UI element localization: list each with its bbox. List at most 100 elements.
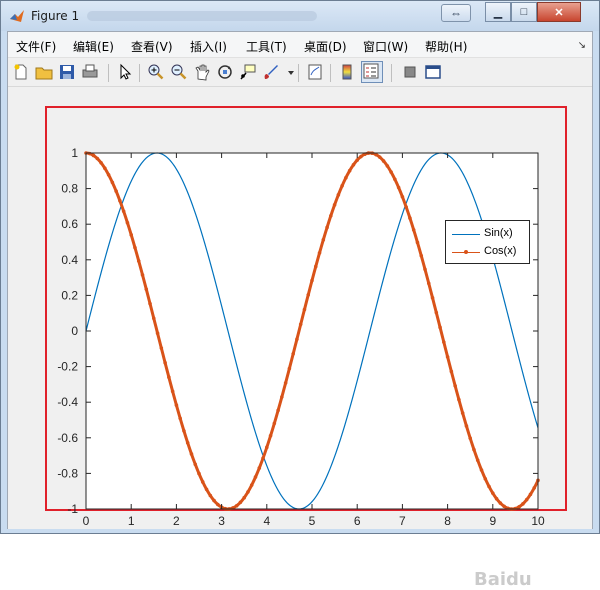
dock-button[interactable]: ⇔ (441, 4, 471, 22)
series-point-cos (249, 483, 254, 487)
series-point-cos (159, 346, 164, 350)
series-point-cos (106, 172, 111, 177)
series-point-cos (185, 441, 190, 445)
minimize-button[interactable]: ▁ (485, 2, 511, 22)
series-point-cos (182, 429, 186, 433)
title-bar[interactable]: Figure 1 ⇔ ▁ □ ✕ (1, 1, 599, 31)
series-point-cos (114, 189, 118, 193)
x-tick-label: 7 (399, 514, 406, 528)
series-point-cos (381, 159, 386, 163)
series-point-cos (204, 487, 209, 492)
series-point-cos (170, 389, 175, 394)
series-point-cos (483, 476, 488, 481)
series-point-cos (287, 366, 292, 371)
pan-hand-icon[interactable] (193, 63, 211, 81)
figure-canvas[interactable]: 0 1 2 3 4 5 6 7 8 9 10 1 0.8 0.6 0.4 0.2 0 -0.2 -0.4 -0.6 -0… (8, 89, 592, 590)
colorbar-icon[interactable] (338, 63, 356, 81)
series-point-cos (257, 466, 262, 470)
series-point-cos (200, 480, 205, 484)
x-tick-label: 1 (128, 514, 135, 528)
menu-overflow-icon[interactable]: ↘ (578, 40, 586, 51)
series-point-cos (253, 475, 258, 479)
series-point-cos (442, 340, 446, 344)
window-title: Figure 1 (31, 9, 80, 23)
series-point-cos (152, 316, 156, 321)
series-point-cos (445, 355, 450, 359)
series-point-cos (426, 281, 431, 286)
menu-bar: 文件(F) 编辑(E) 查看(V) 插入(I) 工具(T) 桌面(D) 窗口(W… (8, 32, 592, 58)
menu-file[interactable]: 文件(F) (16, 38, 56, 55)
series-point-cos (385, 164, 390, 168)
legend-label-sin: Sin(x) (484, 227, 513, 239)
y-tick-label: 0.6 (61, 217, 78, 231)
legend-label-cos: Cos(x) (484, 245, 517, 257)
show-plot-tools-icon[interactable] (424, 63, 442, 81)
series-point-cos (110, 180, 115, 185)
save-icon[interactable] (58, 63, 76, 81)
print-icon[interactable] (81, 63, 99, 81)
legend[interactable]: Sin(x) Cos(x) (445, 220, 530, 264)
y-tick-label: 1 (71, 146, 78, 160)
series-point-cos (464, 424, 469, 428)
series-point-cos (487, 484, 491, 489)
plot-axes[interactable]: 0 1 2 3 4 5 6 7 8 9 10 1 0.8 0.6 0.4 0.2 0 -0.2 -0.4 -0.6 -0… (8, 89, 592, 529)
series-point-cos (163, 360, 167, 365)
select-arrow-icon[interactable] (116, 63, 134, 81)
watermark-logo: Baidu (474, 569, 532, 590)
x-tick-label: 8 (444, 514, 451, 528)
brush-dropdown-icon[interactable] (282, 63, 294, 81)
rotate-3d-icon[interactable] (216, 63, 234, 81)
series-point-cos (167, 375, 171, 379)
blurred-path (87, 11, 317, 21)
menu-insert[interactable]: 插入(I) (190, 38, 227, 55)
legend-entry-sin: Sin(x) (446, 225, 531, 243)
series-point-cos (268, 433, 273, 438)
series-point-cos (178, 416, 182, 421)
brush-icon[interactable] (262, 63, 280, 81)
x-tick-label: 0 (83, 514, 90, 528)
series-point-cos (325, 225, 329, 230)
series-point-cos (404, 205, 408, 209)
open-file-icon[interactable] (35, 63, 53, 81)
series-point-cos (310, 278, 314, 283)
series-point-cos (517, 504, 521, 509)
series-point-cos (415, 240, 420, 245)
legend-icon[interactable] (361, 61, 383, 83)
menu-help[interactable]: 帮助(H) (425, 38, 467, 55)
hide-plot-tools-icon[interactable] (401, 63, 419, 81)
menu-window[interactable]: 窗口(W) (363, 38, 408, 55)
menu-desktop[interactable]: 桌面(D) (304, 38, 347, 55)
menu-tools[interactable]: 工具(T) (246, 38, 287, 55)
zoom-in-icon[interactable] (147, 63, 165, 81)
link-plot-icon[interactable] (306, 63, 324, 81)
series-point-cos (238, 500, 243, 505)
series-point-cos (121, 209, 126, 214)
series-point-cos (291, 352, 295, 356)
series-point-cos (317, 251, 322, 255)
y-tick-label: 0.4 (61, 253, 78, 267)
close-button[interactable]: ✕ (537, 2, 581, 22)
series-point-cos (216, 502, 220, 507)
series-point-cos (133, 245, 137, 250)
series-point-cos (103, 166, 107, 171)
y-tick-label: 0.8 (61, 182, 78, 196)
series-point-cos (148, 301, 152, 306)
series-point-cos (332, 203, 337, 207)
series-point-cos (457, 397, 461, 402)
new-figure-icon[interactable] (12, 63, 30, 81)
x-tick-label: 10 (531, 514, 545, 528)
series-point-cos (87, 151, 92, 156)
maximize-button[interactable]: □ (511, 2, 537, 22)
series-point-cos (174, 403, 179, 407)
series-point-cos (129, 233, 133, 237)
axes-background (86, 153, 538, 509)
series-point-cos (521, 502, 525, 506)
series-point-cos (91, 153, 96, 158)
series-point-cos (524, 497, 529, 502)
data-cursor-icon[interactable] (239, 63, 257, 81)
zoom-out-icon[interactable] (170, 63, 188, 81)
series-point-cos (276, 408, 280, 413)
menu-view[interactable]: 查看(V) (131, 38, 173, 55)
menu-edit[interactable]: 编辑(E) (73, 38, 114, 55)
series-point-cos (513, 506, 518, 511)
